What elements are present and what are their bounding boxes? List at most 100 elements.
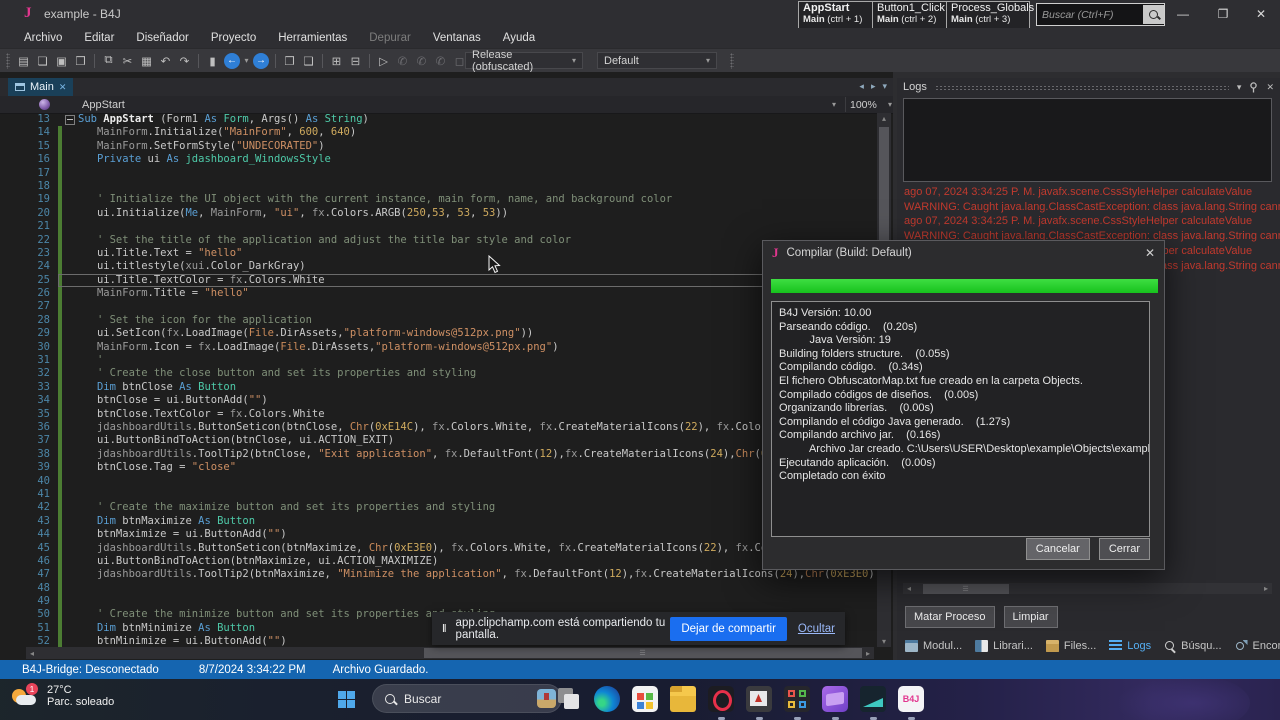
logs-scroll-thumb[interactable]: ☰ (923, 583, 1009, 594)
line-number[interactable]: 37 (0, 434, 58, 447)
line-number[interactable]: 17 (0, 167, 58, 180)
line-number[interactable]: 50 (0, 608, 58, 621)
code-area[interactable]: 13 Sub AppStart (Form1 As Form, Args() As… (0, 113, 874, 647)
line-number[interactable]: 39 (0, 461, 58, 474)
horizontal-scrollbar[interactable]: ◂ ☰ ▸ (26, 647, 874, 659)
redo-icon[interactable]: ↷ (175, 52, 194, 70)
panel-dropdown-icon[interactable]: ▾ (1237, 82, 1242, 93)
undo-icon[interactable]: ↶ (156, 52, 175, 70)
line-number[interactable]: 43 (0, 515, 58, 528)
dev-app-icon[interactable] (859, 686, 887, 720)
weather-widget[interactable]: 1 27°C Parc. soleado (10, 683, 114, 709)
separator[interactable] (322, 53, 323, 68)
line-number[interactable]: 13 (0, 113, 58, 126)
line-number[interactable]: 41 (0, 488, 58, 501)
toolbar-grip[interactable] (6, 52, 10, 69)
panel-tab[interactable]: Búsqu... (1164, 640, 1222, 652)
chevron-down-icon[interactable]: ▾ (832, 100, 836, 109)
code-line-23[interactable]: 23 ui.Title.Text = "hello" (0, 246, 874, 261)
line-number[interactable]: 46 (0, 555, 58, 568)
code-line-48[interactable]: 48 (0, 581, 874, 596)
separator[interactable] (198, 53, 199, 68)
code-line-27[interactable]: 27 (0, 300, 874, 314)
code-line-19[interactable]: 19 ' Initialize the UI object with the c… (0, 193, 874, 207)
code-line-21[interactable]: 21 (0, 220, 874, 234)
panel-tab[interactable]: Encontr... (1235, 640, 1280, 652)
tab-close-icon[interactable]: ✕ (59, 82, 67, 93)
comment-icon[interactable]: ⊞ (327, 52, 346, 70)
code-line-42[interactable]: 42 ' Create the maximize button and set … (0, 501, 874, 515)
global-search-box[interactable] (1036, 3, 1165, 26)
close-dialog-button[interactable]: Cerrar (1098, 538, 1150, 560)
line-number[interactable]: 48 (0, 582, 58, 595)
line-number[interactable]: 15 (0, 140, 58, 153)
code-line-33[interactable]: 33 Dim btnClose As Button (0, 380, 874, 395)
stop-sharing-button[interactable]: Dejar de compartir (670, 616, 787, 641)
task-view-icon[interactable] (555, 686, 583, 720)
menu-item[interactable]: Herramientas (278, 32, 347, 44)
menu-item[interactable]: Editar (84, 32, 114, 44)
close-button[interactable]: ✕ (1244, 0, 1278, 28)
line-number[interactable]: 18 (0, 180, 58, 193)
minimize-button[interactable]: — (1166, 0, 1200, 28)
line-number[interactable]: 27 (0, 300, 58, 313)
line-number[interactable]: 21 (0, 220, 58, 233)
code-line-29[interactable]: 29 ui.SetIcon(fx.LoadImage(File.DirAsset… (0, 327, 874, 341)
process-log-box[interactable] (903, 98, 1272, 182)
scroll-right-icon[interactable]: ▸ (862, 649, 874, 658)
script-manager-icon[interactable]: ❑ (299, 52, 318, 70)
tab-main[interactable]: Main ✕ (8, 78, 74, 96)
line-number[interactable]: 29 (0, 327, 58, 340)
code-line-46[interactable]: 46 ui.ButtonBindToAction(btnMaximize, ui… (0, 554, 874, 569)
panel-tab[interactable]: Logs (1109, 640, 1151, 652)
code-line-24[interactable]: 24 ui.titlestyle(xui.Color_DarkGray) (0, 260, 874, 274)
panel-drag-handle[interactable] (934, 84, 1229, 90)
code-line-18[interactable]: 18 (0, 179, 874, 194)
b4j-icon[interactable]: B4J (897, 686, 925, 720)
hide-toast-link[interactable]: Ocultar (798, 623, 835, 635)
code-line-22[interactable]: 22 ' Set the title of the application an… (0, 233, 874, 247)
paste-icon[interactable]: ▦ (137, 52, 156, 70)
compile-log-box[interactable]: B4J Versión: 10.00 Parseando código. (0.… (771, 301, 1150, 537)
scroll-down-icon[interactable]: ▾ (877, 637, 891, 646)
code-line-47[interactable]: 47 jdashboardUtils.ToolTip2(btnMaximize,… (0, 568, 874, 582)
tab-scroll-left-icon[interactable]: ◂ (859, 81, 864, 92)
separator[interactable] (275, 53, 276, 68)
pin-icon[interactable] (1249, 81, 1258, 93)
code-line-37[interactable]: 37 ui.ButtonBindToAction(btnClose, ui.AC… (0, 434, 874, 448)
menu-item[interactable]: Ayuda (503, 32, 535, 44)
b4x-suite-icon[interactable] (783, 686, 811, 720)
code-line-45[interactable]: 45 jdashboardUtils.ButtonSeticon(btnMaxi… (0, 541, 874, 555)
code-line-35[interactable]: 35 btnClose.TextColor = fx.Colors.White (0, 407, 874, 421)
code-line-40[interactable]: 40 (0, 474, 874, 488)
line-number[interactable]: 22 (0, 234, 58, 247)
line-number[interactable]: 38 (0, 448, 58, 461)
code-line-28[interactable]: 28 ' Set the icon for the application (0, 313, 874, 328)
back-history-icon[interactable]: ▾ (242, 52, 251, 70)
horizontal-scroll-thumb[interactable]: ☰ (424, 648, 862, 658)
new-project-icon[interactable]: ▤ (14, 52, 33, 70)
quick-sub-button[interactable]: AppStart Main (ctrl + 1) (798, 1, 874, 29)
code-line-16[interactable]: 16 Private ui As jdashboard_WindowsStyle (0, 153, 874, 167)
panel-tab[interactable]: Files... (1045, 640, 1096, 652)
code-line-43[interactable]: 43 Dim btnMaximize As Button (0, 514, 874, 529)
separator[interactable] (369, 53, 370, 68)
photos-app-icon[interactable] (745, 686, 773, 720)
menu-item[interactable]: Depurar (369, 32, 411, 44)
code-line-25[interactable]: 25 ui.Title.TextColor = fx.Colors.White (0, 273, 874, 288)
file-explorer-icon[interactable] (669, 686, 697, 720)
edge-icon[interactable] (593, 686, 621, 720)
kill-process-button[interactable]: Matar Proceso (905, 606, 995, 628)
code-line-14[interactable]: 14 MainForm.Initialize("MainForm", 600, … (0, 126, 874, 140)
tab-list-icon[interactable]: ▾ (882, 81, 887, 92)
code-line-36[interactable]: 36 jdashboardUtils.ButtonSeticon(btnClos… (0, 420, 874, 435)
toolbar-grip[interactable] (730, 52, 734, 69)
opera-gx-icon[interactable] (707, 686, 735, 720)
copy-icon[interactable]: ⧉ (99, 52, 118, 70)
panel-close-icon[interactable]: ✕ (1266, 82, 1274, 93)
code-line-26[interactable]: 26 MainForm.Title = "hello" (0, 287, 874, 301)
search-go-button[interactable] (1143, 5, 1164, 24)
code-line-20[interactable]: 20 ui.Initialize(Me, MainForm, "ui", fx.… (0, 206, 874, 221)
code-line-39[interactable]: 39 btnClose.Tag = "close" (0, 461, 874, 475)
navigate-forward-icon[interactable]: → (253, 52, 269, 69)
